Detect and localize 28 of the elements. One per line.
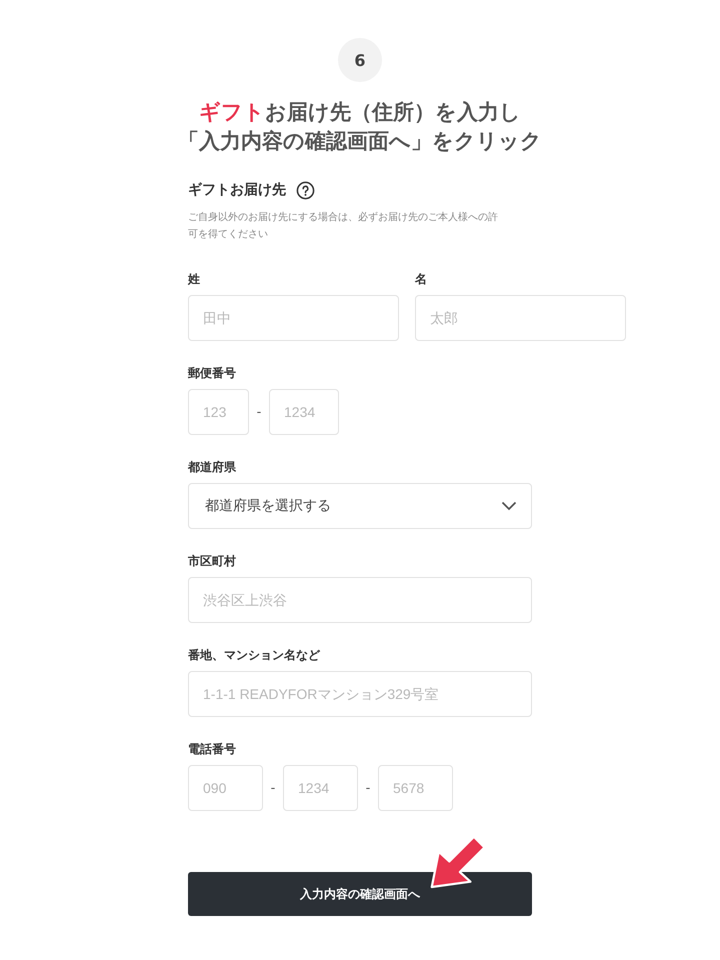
input-field[interactable]: 太郎 [415, 295, 626, 341]
note-text: ご自身以外のお届け先にする場合は、必ずお届け先のご本人様への許可を得てください [188, 210, 499, 242]
field-label: 電話番号 [188, 741, 237, 757]
input-field[interactable]: 5678 [378, 765, 453, 811]
step-number-badge: 6 [338, 38, 382, 82]
field-label: 都道府県 [188, 459, 237, 475]
input-field[interactable]: 田中 [188, 295, 399, 341]
help-icon[interactable] [296, 180, 315, 200]
section-title: ギフトお届け先 [188, 181, 286, 199]
input-field[interactable]: 1-1-1 READYFORマンション329号室 [188, 671, 532, 717]
field-label: 郵便番号 [188, 365, 237, 381]
separator: - [365, 780, 371, 796]
input-field[interactable]: 1234 [269, 389, 339, 435]
input-field[interactable]: 123 [188, 389, 249, 435]
field-label: 市区町村 [188, 553, 237, 569]
field-label: 姓 [188, 271, 201, 287]
field-label: 番地、マンション名など [188, 647, 322, 663]
separator: - [256, 404, 262, 420]
input-field[interactable]: 090 [188, 765, 263, 811]
field-label: 名 [415, 271, 428, 287]
select-field[interactable]: 都道府県を選択する [188, 483, 532, 529]
separator: - [270, 780, 276, 796]
heading: 「入力内容の確認画面へ」をクリック [178, 128, 542, 155]
heading: ギフト お届け先（住所）を入力し [198, 99, 522, 126]
chevron-down-icon [501, 501, 517, 511]
input-field[interactable]: 1234 [283, 765, 358, 811]
confirm-button[interactable]: 入力内容の確認画面へ [188, 872, 532, 916]
input-field[interactable]: 渋谷区上渋谷 [188, 577, 532, 623]
